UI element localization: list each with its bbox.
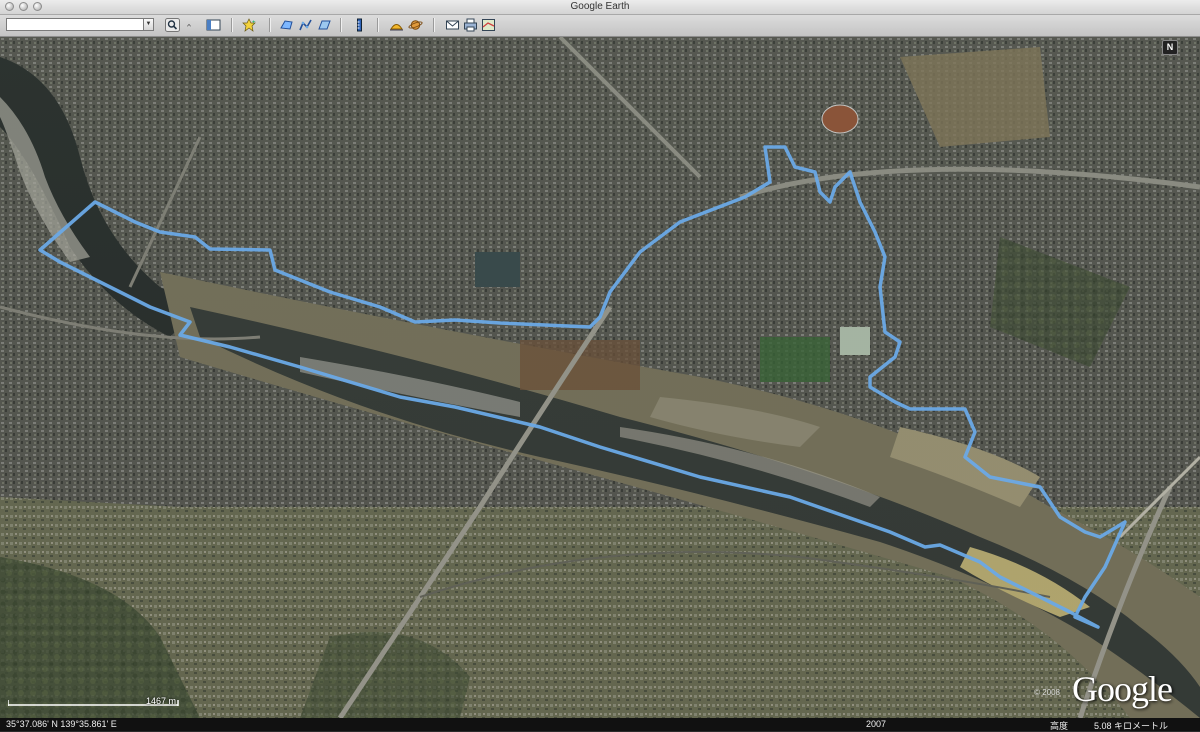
google-logo: Google	[1072, 669, 1173, 709]
planet-icon	[407, 20, 423, 30]
image-overlay-icon	[317, 20, 331, 30]
add-polygon-button[interactable]	[277, 17, 295, 33]
print-button[interactable]	[461, 17, 479, 33]
altitude-label: 高度	[1050, 721, 1069, 731]
svg-text:+: +	[252, 20, 256, 26]
compass-north-indicator[interactable]: N	[1162, 40, 1178, 55]
sunlight-button[interactable]	[387, 17, 405, 33]
ruler-icon	[356, 18, 362, 32]
email-icon	[445, 20, 459, 30]
map-view[interactable]	[0, 37, 1200, 718]
switch-planet-button[interactable]	[406, 17, 424, 33]
add-image-overlay-button[interactable]	[315, 17, 333, 33]
polygon-icon	[279, 20, 293, 30]
status-bar: 35°37.086' N 139°35.861' E 2007 高度 5.08 …	[0, 718, 1200, 731]
print-icon	[463, 18, 477, 32]
placemark-icon: +	[241, 18, 256, 32]
imagery-date: 2007	[866, 719, 887, 729]
google-earth-window: Google Earth ▼ + N 1467 m © 2008 Google …	[0, 0, 1200, 731]
sidebar-toggle-button[interactable]	[204, 17, 222, 33]
path-icon	[298, 19, 312, 31]
search-icon	[164, 18, 180, 32]
add-path-button[interactable]	[296, 17, 314, 33]
search-button[interactable]	[163, 17, 181, 33]
copyright-notice: © 2008	[1034, 688, 1060, 697]
email-button[interactable]	[443, 17, 461, 33]
scale-label: 1467 m	[146, 696, 177, 706]
title-bar: Google Earth	[0, 0, 1200, 15]
satellite-imagery[interactable]	[0, 37, 1200, 718]
view-in-maps-button[interactable]	[479, 17, 497, 33]
search-options-button[interactable]	[184, 17, 194, 33]
maps-icon	[481, 19, 495, 31]
search-history-dropdown[interactable]: ▼	[143, 18, 154, 31]
sidebar-toggle-icon	[206, 19, 220, 31]
pointer-coordinates: 35°37.086' N 139°35.861' E	[6, 719, 117, 729]
altitude-value: 5.08 キロメートル	[1094, 721, 1169, 731]
sunlight-icon	[389, 24, 403, 31]
add-placemark-button[interactable]: +	[240, 17, 258, 33]
toolbar: ▼ +	[0, 15, 1200, 37]
ruler-button[interactable]	[350, 17, 368, 33]
chevron-up-icon	[187, 23, 191, 27]
search-input[interactable]	[6, 18, 144, 31]
window-title: Google Earth	[570, 1, 630, 12]
